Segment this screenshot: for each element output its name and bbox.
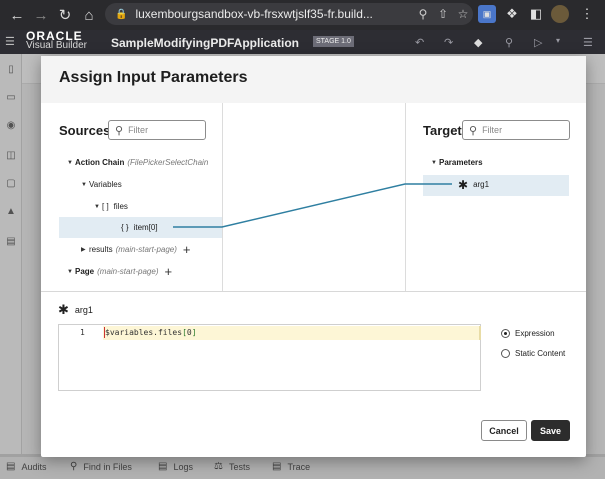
menu-icon[interactable]: ☰ [583, 36, 593, 49]
radio-unselected-indicator[interactable] [501, 349, 510, 358]
zoom-icon[interactable]: ⚲ [413, 7, 433, 21]
mapping-connector [173, 183, 452, 228]
static-content-radio-label: Static Content [515, 349, 566, 358]
diamond-icon[interactable]: ◆ [474, 36, 482, 49]
editor-gutter: 1 [59, 325, 103, 390]
vb-header: ☰ [0, 30, 605, 54]
address-bar[interactable]: 🔒 luxembourgsandbox-vb-frsxwtjslf35-fr.b… [105, 3, 473, 25]
url-text: luxembourgsandbox-vb-frsxwtjslf35-fr.bui… [135, 7, 373, 21]
assign-input-parameters-dialog: Assign Input Parameters Sources ⚲ Filter… [41, 56, 586, 457]
section-separator [41, 291, 586, 292]
undo-icon[interactable]: ↶ [415, 36, 424, 49]
parameter-asterisk-icon: ✱ [58, 302, 69, 317]
browser-toolbar: ← → ↻ ⌂ 🔒 luxembourgsandbox-vb-frsxwtjsl… [0, 0, 605, 30]
sidebar-icon[interactable]: ◧ [527, 5, 545, 23]
editor-parameter-label: ✱ arg1 [58, 302, 93, 318]
expression-radio-label: Expression [515, 329, 555, 338]
bookmark-star-icon[interactable]: ☆ [453, 7, 473, 21]
oracle-logo: ORACLE Visual Builder [26, 30, 87, 51]
extension-icon[interactable]: ▣ [478, 5, 496, 23]
hamburger-menu-icon[interactable]: ☰ [5, 35, 15, 48]
static-content-radio[interactable]: Static Content [501, 349, 565, 358]
editor-arg-label: arg1 [74, 305, 93, 315]
run-dropdown-icon[interactable]: ▾ [556, 36, 560, 45]
logo-product: Visual Builder [26, 40, 87, 51]
expression-radio[interactable]: Expression [501, 329, 555, 338]
code-variable-path: $variables.files [105, 328, 183, 337]
line-number: 1 [80, 328, 85, 337]
code-close-bracket: ] [191, 328, 197, 337]
reload-icon[interactable]: ↻ [54, 4, 76, 26]
app-name: SampleModifyingPDFApplication [111, 36, 300, 50]
back-icon[interactable]: ← [6, 4, 28, 26]
redo-icon[interactable]: ↷ [444, 36, 453, 49]
cancel-button[interactable]: Cancel [481, 420, 527, 441]
home-icon[interactable]: ⌂ [78, 4, 100, 26]
expression-code[interactable]: $variables.files[0] [105, 328, 197, 337]
save-button[interactable]: Save [531, 420, 570, 441]
forward-icon[interactable]: → [30, 4, 52, 26]
mapping-line [173, 183, 452, 228]
profile-avatar[interactable] [551, 5, 569, 23]
browser-menu-icon[interactable]: ⋮ [578, 5, 596, 23]
search-icon[interactable]: ⚲ [505, 36, 513, 49]
run-icon[interactable]: ▷ [534, 36, 542, 49]
stage-badge: STAGE 1.0 [313, 36, 354, 47]
radio-selected-indicator[interactable] [501, 329, 510, 338]
expression-editor[interactable]: 1 $variables.files[0] [58, 324, 481, 391]
share-icon[interactable]: ⇧ [433, 7, 453, 21]
lock-icon: 🔒 [115, 8, 128, 20]
puzzle-extensions-icon[interactable]: ❖ [503, 5, 521, 23]
